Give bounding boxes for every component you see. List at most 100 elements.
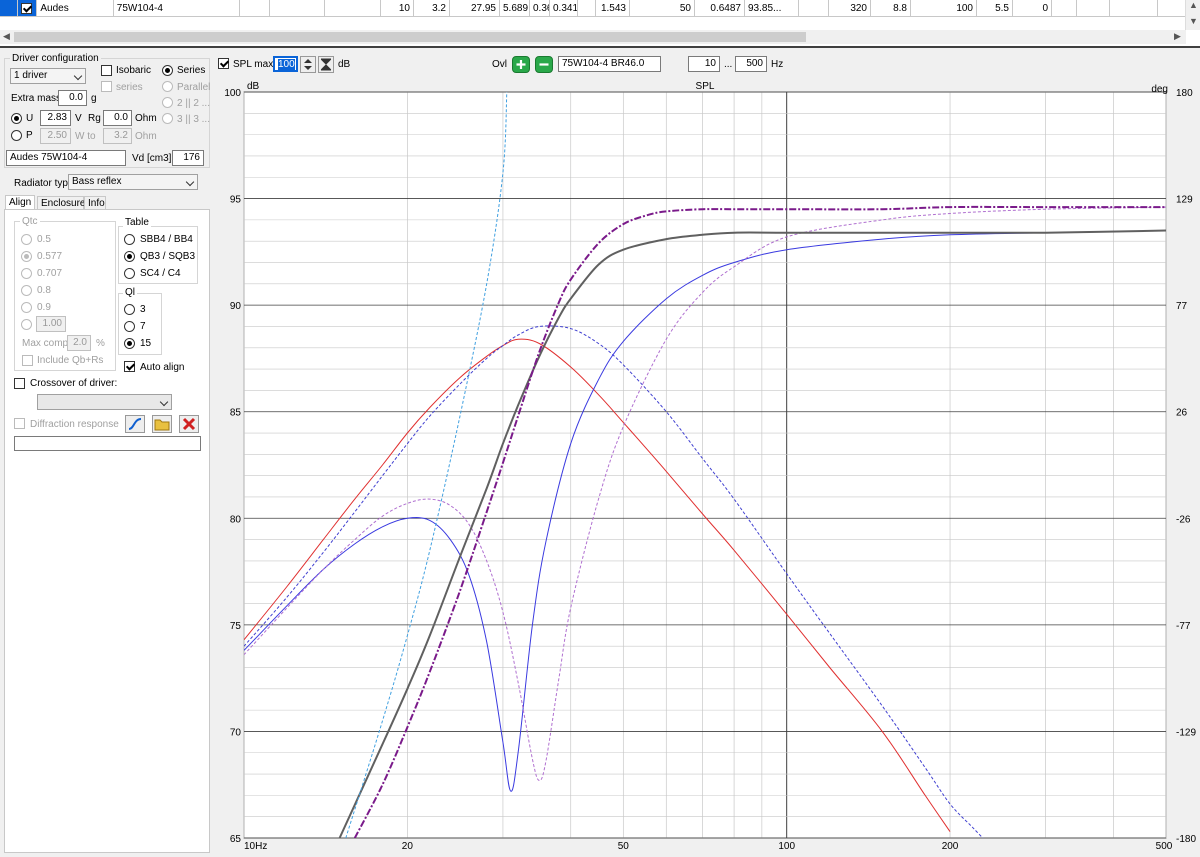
y-tick-label: 90 xyxy=(230,301,242,312)
rg-unit: Ohm xyxy=(135,113,157,124)
vd-input[interactable]: 176 xyxy=(172,150,204,166)
remove-overlay-button[interactable] xyxy=(535,56,553,73)
qtc-radio-2[interactable] xyxy=(21,268,32,279)
scroll-right-icon[interactable]: ▶ xyxy=(1174,31,1181,42)
u-radio[interactable] xyxy=(11,113,22,124)
scrollbar-thumb[interactable] xyxy=(14,32,806,42)
tab-info[interactable]: Info xyxy=(84,196,106,210)
config-3-label: 3 || 3 ... xyxy=(177,114,210,125)
config-2-radio[interactable] xyxy=(162,97,173,108)
spl-max-value: 100 xyxy=(278,59,295,70)
table-row[interactable]: Audes 75W104-4 103.227.955.6890.3630.341… xyxy=(0,0,1186,18)
spl-spin-button[interactable] xyxy=(300,56,316,73)
series-radio[interactable] xyxy=(162,65,173,76)
extra-mass-label: Extra mass xyxy=(11,93,62,104)
spl-fit-button[interactable] xyxy=(318,56,334,73)
table-cell: 27.95 xyxy=(450,0,500,17)
u-input[interactable]: 2.83 xyxy=(40,110,71,126)
driver-count-value: 1 driver xyxy=(14,70,48,81)
y-tick-label: 70 xyxy=(230,727,242,738)
max-comp-unit: % xyxy=(96,338,105,349)
rg-input[interactable]: 0.0 xyxy=(103,110,132,126)
table-radio-2[interactable] xyxy=(124,268,135,279)
hz-label: Hz xyxy=(771,59,784,70)
parallel-radio[interactable] xyxy=(162,81,173,92)
table-option-1: QB3 / SQB3 xyxy=(140,251,196,262)
series-sub-checkbox[interactable] xyxy=(101,81,112,92)
freq-max-input[interactable]: 500 xyxy=(735,56,767,72)
scroll-left-icon[interactable]: ◀ xyxy=(3,31,10,42)
chevron-down-icon xyxy=(159,397,169,407)
spl-max-checkbox[interactable] xyxy=(218,58,229,69)
table-cell xyxy=(240,0,270,17)
max-comp-input[interactable]: 2.0 xyxy=(67,335,91,351)
driver-count-select[interactable]: 1 driver xyxy=(10,68,86,84)
qtc-radio-custom[interactable] xyxy=(21,319,32,330)
y-tick-label: 65 xyxy=(230,834,242,845)
extra-mass-input[interactable]: 0.0 xyxy=(58,90,87,106)
auto-align-checkbox[interactable] xyxy=(124,361,135,372)
x-tick-label: 100 xyxy=(778,841,795,852)
parallel-label: Parallel xyxy=(177,82,211,93)
diffraction-curve-button[interactable] xyxy=(125,415,145,433)
y-tick-label: 100 xyxy=(224,88,241,99)
delete-button[interactable] xyxy=(179,415,199,433)
rg-label: Rg xyxy=(88,113,101,124)
table-radio-1[interactable] xyxy=(124,251,135,262)
w-to-input[interactable]: 3.2 xyxy=(103,128,132,144)
ql-label: Ql xyxy=(123,287,137,298)
horizontal-scrollbar[interactable]: ◀ ▶ xyxy=(0,30,1186,44)
spl-max-input[interactable]: 100 xyxy=(273,56,298,72)
diffraction-checkbox[interactable] xyxy=(14,418,25,429)
table-cell: 50 xyxy=(630,0,695,17)
driver-name-field[interactable]: Audes 75W104-4 xyxy=(6,150,126,166)
row-checkbox[interactable] xyxy=(21,2,33,14)
qtc-radio-4[interactable] xyxy=(21,302,32,313)
p-radio[interactable] xyxy=(11,130,22,141)
radiator-type-value: Bass reflex xyxy=(72,176,122,187)
y-tick-label: 75 xyxy=(230,621,242,632)
isobaric-checkbox[interactable] xyxy=(101,65,112,76)
series-label: Series xyxy=(177,65,206,76)
table-radio-0[interactable] xyxy=(124,234,135,245)
include-checkbox[interactable] xyxy=(22,355,33,366)
db-label: dB xyxy=(338,59,351,70)
ql-option-0: 3 xyxy=(140,304,146,315)
scroll-down-icon[interactable]: ▼ xyxy=(1189,16,1198,26)
scroll-up-icon[interactable]: ▲ xyxy=(1189,0,1198,10)
row-checkbox-cell[interactable] xyxy=(18,0,38,17)
vertical-scrollbar[interactable]: ▲ ▼ xyxy=(1185,0,1200,30)
tab-align[interactable]: Align xyxy=(5,195,35,210)
y2-tick-label: -180 xyxy=(1176,834,1196,845)
add-overlay-button[interactable] xyxy=(512,56,530,73)
config-3-radio[interactable] xyxy=(162,113,173,124)
spl-max-label: SPL max xyxy=(233,59,274,70)
row-selector[interactable] xyxy=(0,0,19,17)
plot-area[interactable] xyxy=(243,91,1167,839)
freq-min-input[interactable]: 10 xyxy=(688,56,720,72)
table-cell xyxy=(1110,0,1158,17)
table-cell: 1.543 xyxy=(596,0,630,17)
qtc-radio-0[interactable] xyxy=(21,234,32,245)
open-folder-button[interactable] xyxy=(152,415,172,433)
y-tick-label: 95 xyxy=(230,195,242,206)
chevron-down-icon xyxy=(73,71,83,81)
qtc-radio-1[interactable] xyxy=(21,251,32,262)
y-tick-label: 80 xyxy=(230,514,242,525)
ql-radio-0[interactable] xyxy=(124,304,135,315)
radiator-type-select[interactable]: Bass reflex xyxy=(68,174,198,190)
ql-radio-1[interactable] xyxy=(124,321,135,332)
crossover-checkbox[interactable] xyxy=(14,378,25,389)
crossover-select[interactable] xyxy=(37,394,172,410)
p-input[interactable]: 2.50 xyxy=(40,128,71,144)
tab-enclosure[interactable]: Enclosure xyxy=(37,196,85,210)
ql-radio-2[interactable] xyxy=(124,338,135,349)
u-unit: V xyxy=(75,113,82,124)
brand-cell: Audes xyxy=(37,0,114,17)
qtc-custom-input[interactable]: 1.00 xyxy=(36,316,66,332)
diffraction-file-field[interactable] xyxy=(14,436,201,451)
qtc-radio-3[interactable] xyxy=(21,285,32,296)
y2-tick-label: 180 xyxy=(1176,88,1193,99)
y-tick-label: 85 xyxy=(230,408,242,419)
design-name-field[interactable]: 75W104-4 BR46.0 xyxy=(558,56,661,72)
